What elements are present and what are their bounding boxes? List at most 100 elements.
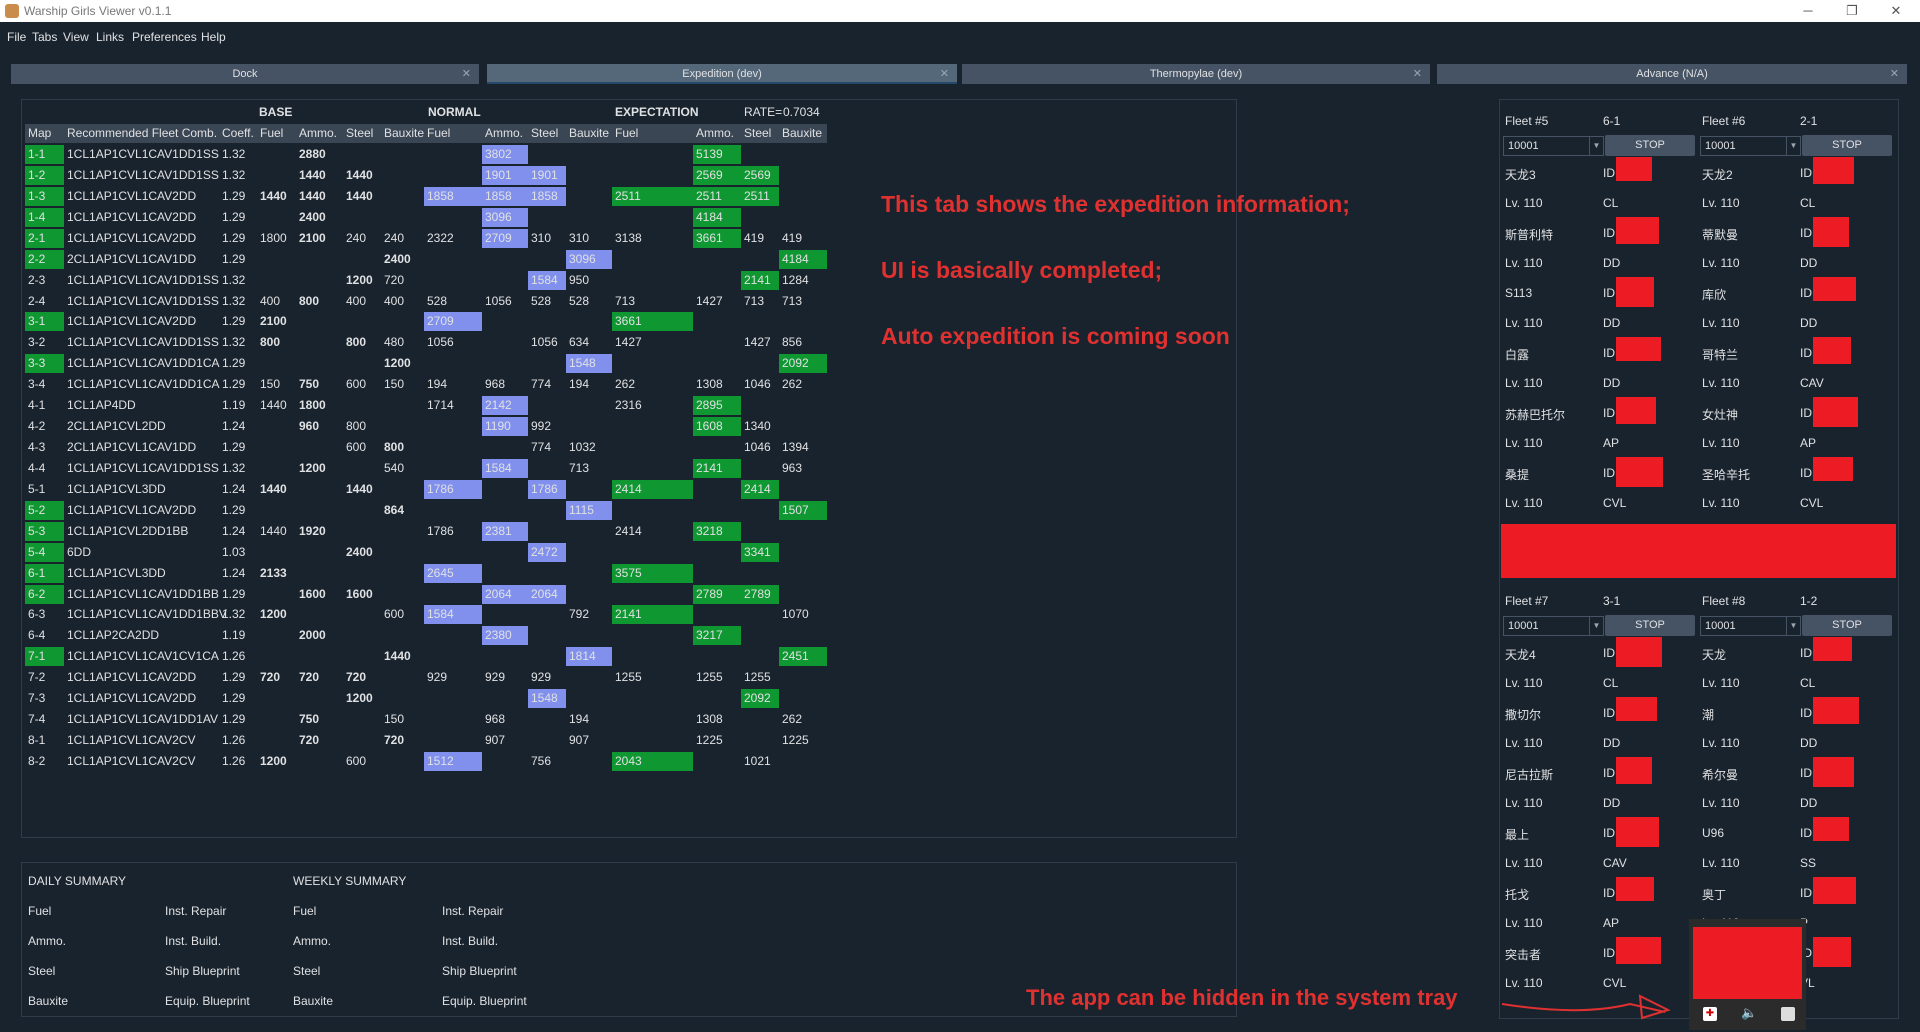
- table-cell: 1.29: [222, 440, 246, 455]
- table-cell: 1.29: [222, 670, 246, 685]
- table-cell: 1.32: [222, 147, 246, 161]
- map-cell: 1-4: [25, 207, 64, 227]
- redacted-id: [1616, 457, 1663, 487]
- table-cell: 1901: [528, 165, 566, 185]
- map-cell: 6-2: [25, 584, 64, 604]
- chevron-down-icon[interactable]: ▼: [1786, 137, 1800, 155]
- table-cell: [779, 564, 827, 583]
- app-tray-icon[interactable]: [1781, 1007, 1795, 1021]
- close-button[interactable]: ✕: [1874, 0, 1918, 22]
- map-cell: 8-2: [28, 753, 46, 768]
- column-header[interactable]: Bauxite: [566, 124, 612, 143]
- group-base: BASE: [259, 105, 293, 119]
- table-cell: [381, 752, 424, 771]
- table-cell: 1CL1AP1CVL1CAV1DD1BB: [67, 586, 219, 601]
- stop-button[interactable]: STOP: [1605, 615, 1695, 636]
- fleet-combo[interactable]: 10001 ▼: [1700, 616, 1801, 636]
- menu-view[interactable]: View: [63, 30, 89, 44]
- column-header[interactable]: Coeff.: [219, 124, 257, 143]
- column-header[interactable]: Fuel: [424, 124, 482, 143]
- table-cell: 2316: [615, 398, 642, 413]
- table-cell: [257, 626, 296, 645]
- fleet-combo[interactable]: 10001 ▼: [1503, 616, 1604, 636]
- column-header[interactable]: Ammo.: [482, 124, 528, 143]
- table-cell: [424, 626, 482, 645]
- tab-advance[interactable]: Advance (N/A) ✕: [1437, 64, 1907, 84]
- tab-expedition[interactable]: Expedition (dev) ✕: [487, 64, 957, 84]
- table-cell: [693, 312, 741, 331]
- ship-id-label: ID: [1800, 826, 1812, 840]
- tab-dock[interactable]: Dock ✕: [11, 64, 479, 84]
- table-cell: [482, 647, 528, 666]
- table-cell: [482, 543, 528, 562]
- fleet-combo[interactable]: 10001 ▼: [1700, 136, 1801, 156]
- column-header[interactable]: Steel: [741, 124, 779, 143]
- column-header[interactable]: Fuel: [612, 124, 693, 143]
- stop-button[interactable]: STOP: [1605, 135, 1695, 156]
- ship-type: DD: [1603, 736, 1621, 750]
- table-cell: 1920: [299, 523, 326, 538]
- column-header[interactable]: Steel: [343, 124, 381, 143]
- ship-level: Lv. 110: [1505, 376, 1543, 390]
- chevron-down-icon[interactable]: ▼: [1589, 137, 1603, 155]
- table-cell: 800: [384, 440, 405, 455]
- column-header[interactable]: Ammo.: [296, 124, 343, 143]
- menu-links[interactable]: Links: [96, 30, 124, 44]
- map-cell: 6-1: [25, 563, 64, 583]
- ship-name: 托戈: [1505, 888, 1530, 902]
- column-header[interactable]: Bauxite: [381, 124, 424, 143]
- tab-label: Dock: [232, 68, 258, 80]
- column-header[interactable]: Bauxite: [779, 124, 827, 143]
- table-cell: [779, 396, 827, 415]
- column-header[interactable]: Recommended Fleet Comb.: [64, 124, 219, 143]
- menu-help[interactable]: Help: [201, 30, 226, 44]
- tab-thermopylae[interactable]: Thermopylae (dev) ✕: [962, 64, 1430, 84]
- fleet-combo[interactable]: 10001 ▼: [1503, 136, 1604, 156]
- table-cell: [482, 438, 528, 457]
- table-cell: [424, 710, 482, 729]
- table-cell: 2133: [260, 565, 287, 580]
- menu-tabs[interactable]: Tabs: [32, 30, 57, 44]
- fleet-name: Fleet #5: [1505, 114, 1549, 128]
- app-icon: [5, 4, 19, 18]
- table-cell: [343, 501, 381, 520]
- stop-button[interactable]: STOP: [1802, 135, 1892, 156]
- stop-button[interactable]: STOP: [1802, 615, 1892, 636]
- ship-name: 希尔曼: [1702, 768, 1739, 782]
- close-icon[interactable]: ✕: [940, 64, 949, 84]
- table-cell: 3218: [693, 521, 741, 541]
- table-cell: 528: [569, 293, 590, 308]
- chevron-down-icon[interactable]: ▼: [1589, 617, 1603, 635]
- table-cell: [566, 668, 612, 687]
- column-header[interactable]: Fuel: [257, 124, 296, 143]
- map-cell: 4-2: [28, 419, 46, 434]
- close-icon[interactable]: ✕: [462, 64, 471, 84]
- group-normal: NORMAL: [428, 105, 481, 119]
- close-icon[interactable]: ✕: [1890, 64, 1899, 84]
- redacted-id: [1616, 637, 1662, 667]
- weekly-inst-build: Inst. Build.: [442, 934, 499, 948]
- table-cell: 400: [260, 293, 281, 308]
- chevron-down-icon[interactable]: ▼: [1786, 617, 1800, 635]
- table-cell: 150: [260, 377, 281, 392]
- table-cell: 2645: [424, 563, 482, 583]
- column-header[interactable]: Steel: [528, 124, 566, 143]
- speaker-icon[interactable]: 🔈: [1741, 1005, 1757, 1021]
- column-header[interactable]: Ammo.: [693, 124, 741, 143]
- table-cell: 1CL1AP1CVL3DD: [67, 565, 166, 580]
- table-cell: [257, 417, 296, 436]
- minimize-button[interactable]: ─: [1786, 0, 1830, 22]
- table-cell: [612, 166, 693, 185]
- table-cell: [482, 752, 528, 771]
- table-cell: 1056: [485, 293, 512, 308]
- column-header[interactable]: Map: [25, 124, 64, 143]
- menu-file[interactable]: File: [7, 30, 26, 44]
- shield-icon[interactable]: ✚: [1703, 1007, 1717, 1021]
- close-icon[interactable]: ✕: [1413, 64, 1422, 84]
- weekly-ammo: Ammo.: [293, 934, 332, 948]
- system-tray-popup: ✚ 🔈: [1689, 919, 1806, 1030]
- restore-button[interactable]: ❐: [1830, 0, 1874, 22]
- menu-preferences[interactable]: Preferences: [132, 30, 197, 44]
- table-cell: 720: [260, 670, 281, 685]
- table-cell: 2414: [615, 523, 642, 538]
